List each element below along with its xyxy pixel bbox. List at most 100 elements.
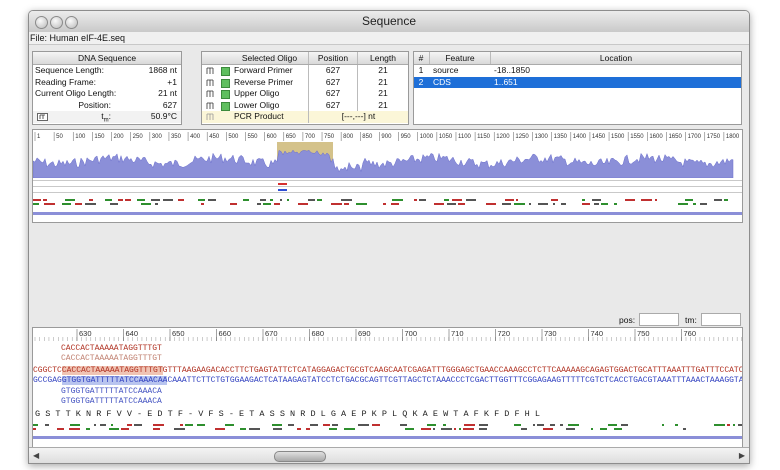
orf-mark (625, 199, 635, 201)
orf-mark (582, 199, 585, 201)
ruler-tick-label: 740 (591, 329, 604, 338)
orf-mark (57, 428, 64, 430)
ruler-tick-label: 1450 (592, 134, 606, 140)
dna-row-value: 21 nt (158, 88, 177, 98)
primer-icon[interactable] (206, 102, 217, 110)
oligo-row[interactable]: Lower Oligo 627 21 (202, 99, 408, 111)
col-position: Position (308, 52, 357, 64)
orf-mark (310, 424, 318, 426)
orf-mark (550, 424, 555, 426)
orf-mark (505, 199, 514, 201)
scroll-left-arrow-icon[interactable]: ◀ (33, 451, 39, 460)
pos-field[interactable] (639, 313, 679, 326)
dna-row-label: Reading Frame: (35, 76, 96, 87)
oligo-row[interactable]: PCR Product [---,---] nt (202, 111, 408, 123)
sequence-overview[interactable]: 1 50 100 150 200 250 300 350 400 450 500 550 600 650 7… (32, 129, 743, 223)
divider (33, 192, 742, 193)
orf-mark (392, 199, 403, 201)
orf-mark (560, 424, 563, 426)
ruler-tick-label: 1550 (630, 134, 644, 140)
primer-icon[interactable] (206, 79, 217, 87)
oligo-row[interactable]: Forward Primer 627 21 (202, 65, 408, 77)
orf-mark (69, 428, 80, 430)
orf-mark (502, 203, 511, 205)
feature-row-selected[interactable]: 2 CDS 1..651 (414, 76, 741, 88)
orf-mark (591, 428, 593, 430)
feature-row[interactable]: 1 source -18..1850 (414, 65, 741, 77)
title-bar[interactable]: Sequence (29, 11, 749, 33)
ruler-tick-label: 850 (362, 134, 373, 140)
ruler-tick-label: 670 (265, 329, 278, 338)
orf-mark (94, 424, 96, 426)
orf-mark (537, 424, 544, 426)
forward-primer-marker[interactable] (278, 183, 287, 185)
orf-mark (486, 203, 496, 205)
orf-mark (174, 428, 185, 430)
top-strand: CGGCTCCACCACTAAAAATAGGTTTGTGTTTAAGAAGACA… (33, 366, 743, 375)
dna-row-label: Current Oligo Length: (35, 88, 117, 98)
orf-mark (33, 428, 36, 430)
oligo-name: Upper Oligo (234, 88, 280, 98)
orf-mark (372, 424, 380, 426)
reverse-primer-marker[interactable] (278, 189, 287, 191)
scrollbar-thumb[interactable] (274, 451, 326, 462)
oligo-length: 21 (357, 99, 408, 111)
forward-primer-seq-2: CACCACTAAAAATAGGTTTGT (61, 354, 162, 363)
orf-mark (201, 203, 204, 205)
orf-mark (727, 424, 730, 426)
tm-label: tm: (101, 111, 111, 123)
oligo-row[interactable]: Upper Oligo 627 21 (202, 88, 408, 100)
orf-mark (137, 199, 145, 201)
scroll-right-arrow-icon[interactable]: ▶ (739, 451, 745, 460)
orf-mark (621, 424, 628, 426)
orf-mark (249, 428, 260, 430)
dna-row: Sequence Length: 1868 nt (33, 65, 181, 77)
detail-ruler: 630 640 650 660 670 680 690 700 710 720 730 740 750 7… (34, 329, 742, 341)
orf-mark (317, 199, 322, 201)
ruler-tick-label: 640 (126, 329, 139, 338)
orf-mark (344, 428, 355, 430)
primer-icon[interactable] (206, 67, 217, 75)
ruler-tick-label: 1150 (477, 134, 491, 140)
tm-field[interactable] (701, 313, 741, 326)
orf-mark (724, 199, 728, 201)
orf-mark (714, 424, 725, 426)
ruler-tick-label: 1400 (573, 134, 587, 140)
orf-mark (197, 424, 205, 426)
orf-mark (675, 424, 678, 426)
col-location: Location (490, 52, 741, 64)
horizontal-scrollbar[interactable]: ◀ ▶ (29, 447, 749, 463)
orf-mark (383, 203, 386, 205)
orf-mark (434, 203, 444, 205)
pcr-icon[interactable] (206, 113, 217, 121)
oligo-row[interactable]: Reverse Primer 627 21 (202, 76, 408, 88)
ruler-tick-label: 950 (401, 134, 412, 140)
orf-mark (433, 428, 435, 430)
ruler-tick-label: 600 (267, 134, 278, 140)
orf-mark (421, 428, 431, 430)
orf-mark (405, 428, 414, 430)
oligo-length: 21 (357, 76, 408, 88)
orf-mark (514, 424, 521, 426)
orf-mark (341, 199, 352, 201)
ruler-tick-label: 1600 (649, 134, 663, 140)
dna-row-value: 627 (162, 99, 177, 110)
orf-mark (538, 203, 548, 205)
feature-location: 1..651 (494, 76, 518, 87)
orf-mark (608, 424, 617, 426)
col-feature: Feature (429, 52, 490, 64)
orf-mark (655, 199, 657, 201)
orf-mark (391, 203, 399, 205)
orf-mark (678, 203, 688, 205)
sequence-detail-view[interactable]: 630 640 650 660 670 680 690 700 710 720 730 740 750 7… (32, 327, 743, 448)
orf-mark (287, 199, 289, 201)
orf-mark (566, 428, 575, 430)
ruler-tick-label: 1500 (611, 134, 625, 140)
orf-mark (243, 199, 249, 201)
file-label: File: Human eIF-4E.seq (29, 32, 749, 45)
orf-mark (105, 199, 112, 201)
orf-mark (521, 428, 527, 430)
oligo-position: 627 (308, 88, 357, 100)
orf-mark (185, 424, 193, 426)
primer-icon[interactable] (206, 90, 217, 98)
